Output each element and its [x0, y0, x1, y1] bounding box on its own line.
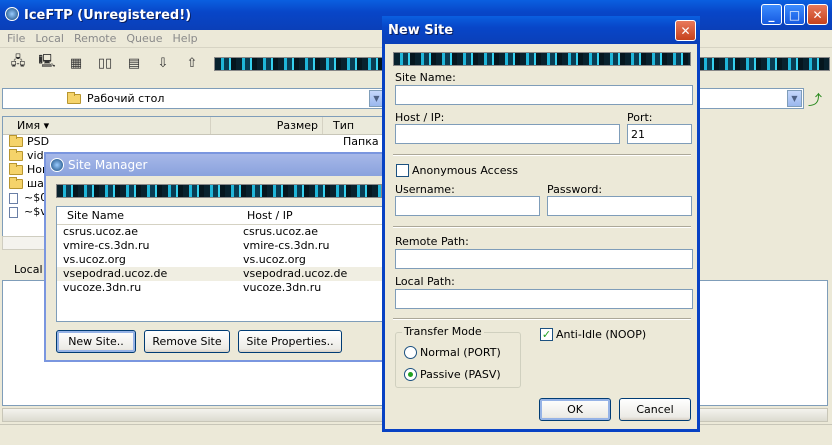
host-label: Host / IP:	[395, 111, 445, 124]
connect-icon[interactable]: 🖧	[6, 52, 30, 74]
site-row[interactable]: vs.ucoz.org vs.ucoz.org	[57, 253, 385, 267]
divider	[393, 154, 691, 156]
transfer-mode-group: Transfer Mode Normal (PORT) Passive (PAS…	[395, 325, 521, 388]
folder-icon	[9, 163, 23, 175]
password-label: Password:	[547, 183, 603, 196]
host-input[interactable]	[395, 124, 620, 144]
folder-icon	[9, 149, 23, 161]
local-path-combo[interactable]: Рабочий стол ▼	[2, 88, 386, 109]
ad-banner[interactable]	[56, 184, 382, 198]
username-label: Username:	[395, 183, 455, 196]
anti-idle-checkbox[interactable]: ✓	[540, 328, 553, 341]
site-name-label: Site Name:	[395, 71, 456, 84]
col-type[interactable]: Тип	[323, 117, 385, 134]
book-icon[interactable]: ▯▯	[93, 52, 117, 74]
site-manager-icon[interactable]: ▦	[64, 52, 88, 74]
file-row[interactable]: PSD Папка	[3, 135, 385, 149]
divider	[393, 226, 691, 228]
col-site-name[interactable]: Site Name	[57, 207, 237, 224]
mode-passive-label[interactable]: Passive (PASV)	[420, 368, 501, 381]
site-row[interactable]: vucoze.3dn.ru vucoze.3dn.ru	[57, 281, 385, 295]
mode-normal-radio[interactable]	[404, 346, 417, 359]
ok-button[interactable]: OK	[539, 398, 611, 421]
menu-help[interactable]: Help	[168, 32, 203, 45]
col-name[interactable]: Имя ▾	[3, 117, 211, 134]
upload-arrow-icon[interactable]: ⇧	[180, 52, 204, 74]
close-button[interactable]: ✕	[675, 20, 696, 41]
site-manager-dialog: Site Manager Site Name Host / IP csrus.u…	[44, 152, 386, 362]
site-row[interactable]: csrus.ucoz.ae csrus.ucoz.ae	[57, 225, 385, 239]
chevron-down-icon[interactable]: ▼	[787, 90, 802, 107]
log-icon[interactable]: ▤	[122, 52, 146, 74]
menu-file[interactable]: File	[2, 32, 30, 45]
anonymous-label[interactable]: Anonymous Access	[412, 164, 518, 177]
remote-path-combo[interactable]: ▼	[696, 88, 804, 109]
divider	[393, 318, 691, 320]
port-label: Port:	[627, 111, 653, 124]
port-input[interactable]	[627, 124, 692, 144]
folder-up-icon[interactable]: ⤴	[808, 90, 826, 109]
username-input[interactable]	[395, 196, 540, 216]
anti-idle-label[interactable]: Anti-Idle (NOOP)	[556, 328, 646, 341]
new-site-title-bar[interactable]: New Site ✕	[382, 16, 700, 44]
site-properties-button[interactable]: Site Properties..	[238, 330, 342, 353]
col-size[interactable]: Размер	[211, 117, 323, 134]
download-arrow-icon[interactable]: ⇩	[151, 52, 175, 74]
anonymous-checkbox[interactable]	[396, 164, 409, 177]
folder-icon	[9, 177, 23, 189]
site-manager-title: Site Manager	[68, 158, 148, 172]
transfer-mode-label: Transfer Mode	[402, 325, 484, 338]
remote-path-input[interactable]	[395, 249, 693, 269]
remove-site-button[interactable]: Remove Site	[144, 330, 230, 353]
folder-icon	[67, 91, 81, 104]
document-icon	[9, 192, 18, 204]
local-path-input[interactable]	[395, 289, 693, 309]
document-icon	[9, 206, 18, 218]
menu-local[interactable]: Local	[30, 32, 69, 45]
close-button[interactable]: ✕	[807, 4, 828, 25]
local-path-label: Local Path:	[395, 275, 455, 288]
tab-local[interactable]: Local	[2, 262, 44, 278]
mode-passive-radio[interactable]	[404, 368, 417, 381]
new-site-dialog: New Site ✕ Site Name: Host / IP: Port: A…	[382, 16, 700, 432]
minimize-button[interactable]: _	[761, 4, 782, 25]
remote-path-label: Remote Path:	[395, 235, 469, 248]
ad-banner[interactable]	[393, 52, 691, 66]
site-name-input[interactable]	[395, 85, 693, 105]
folder-icon	[9, 135, 23, 147]
app-icon	[50, 158, 64, 172]
maximize-button[interactable]: □	[784, 4, 805, 25]
app-icon	[5, 7, 19, 21]
main-title: IceFTP (Unregistered!)	[24, 7, 192, 23]
site-row[interactable]: vmire-cs.3dn.ru vmire-cs.3dn.ru	[57, 239, 385, 253]
new-site-title: New Site	[388, 22, 454, 38]
site-list[interactable]: Site Name Host / IP csrus.ucoz.ae csrus.u…	[56, 206, 386, 322]
local-path-text: Рабочий стол	[87, 92, 165, 105]
new-site-button[interactable]: New Site..	[56, 330, 136, 353]
menu-remote[interactable]: Remote	[69, 32, 121, 45]
disconnect-icon[interactable]: 🖳	[35, 52, 59, 74]
col-host[interactable]: Host / IP	[237, 207, 293, 224]
site-manager-title-bar[interactable]: Site Manager	[46, 154, 382, 176]
menu-queue[interactable]: Queue	[121, 32, 167, 45]
password-input[interactable]	[547, 196, 692, 216]
cancel-button[interactable]: Cancel	[619, 398, 691, 421]
mode-normal-label[interactable]: Normal (PORT)	[420, 346, 501, 359]
site-list-header: Site Name Host / IP	[57, 207, 385, 225]
file-list-header: Имя ▾ Размер Тип	[3, 117, 385, 135]
site-row[interactable]: vsepodrad.ucoz.de vsepodrad.ucoz.de	[57, 267, 385, 281]
